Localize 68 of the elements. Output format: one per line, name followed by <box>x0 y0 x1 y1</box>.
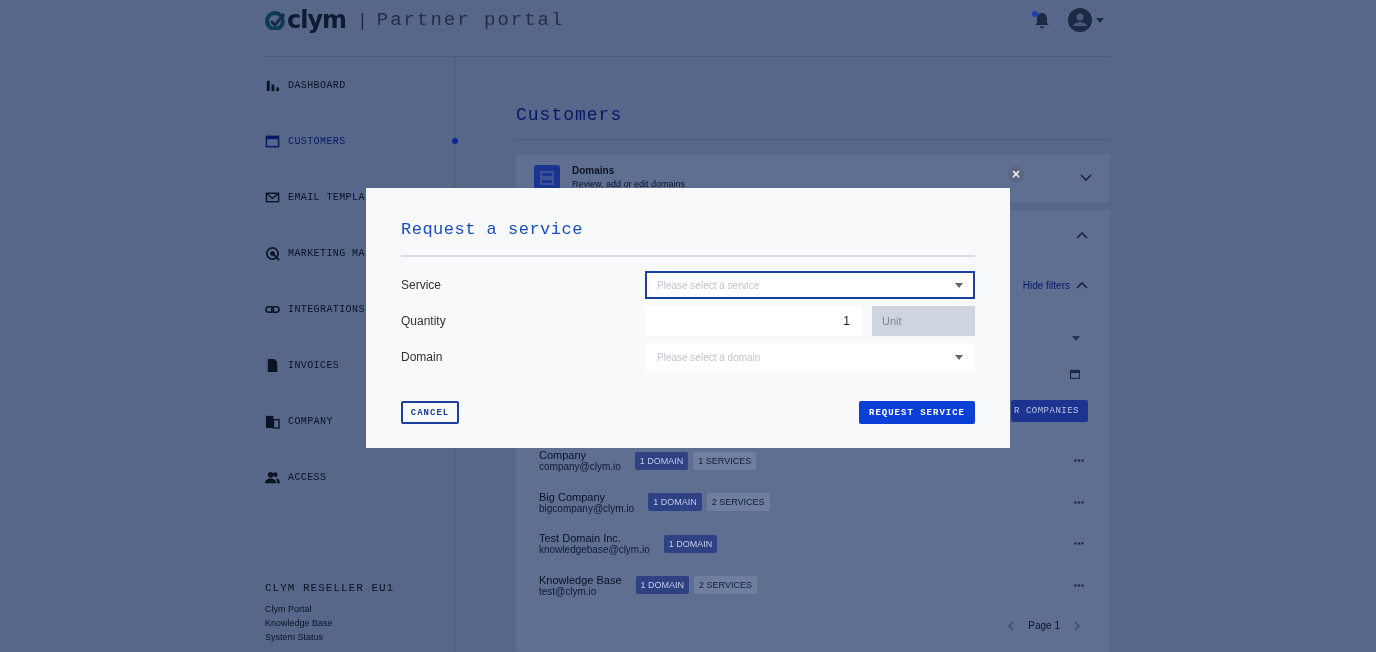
domain-count-tag: 1 DOMAIN <box>634 451 689 470</box>
caret-icon[interactable] <box>1096 17 1104 23</box>
domain-count-tag: 1 DOMAIN <box>663 534 718 553</box>
people-icon <box>265 469 280 485</box>
more-icon[interactable] <box>1074 542 1084 546</box>
footer-link[interactable]: Clym Portal <box>265 604 312 614</box>
building-icon <box>265 413 280 429</box>
logo-text: clym <box>287 6 347 34</box>
caret-icon[interactable] <box>955 282 963 288</box>
nav-item[interactable]: INTEGRATIONS <box>265 299 365 319</box>
separator: | <box>360 9 365 31</box>
chevron-up-icon[interactable] <box>1076 231 1088 239</box>
nav-item[interactable]: CUSTOMERS <box>265 131 346 151</box>
hide-filters-link[interactable]: Hide filters <box>1022 279 1070 291</box>
reseller-name: CLYM RESELLER EU1 <box>265 582 395 594</box>
customer-name: Company <box>539 449 587 462</box>
dialog-title: Request a service <box>401 188 975 257</box>
service-count-tag: 2 SERVICES <box>706 493 770 512</box>
window-icon <box>265 133 280 149</box>
customer-email: company@clym.io <box>539 461 621 473</box>
filter-button[interactable]: R COMPANIES <box>1011 400 1088 422</box>
chevron-down-icon[interactable] <box>1080 174 1092 182</box>
cancel-button[interactable]: CANCEL <box>401 401 459 424</box>
customer-email: test@clym.io <box>539 585 598 597</box>
nav-item[interactable]: DASHBOARD <box>265 75 346 95</box>
customer-email: knowledgebase@clym.io <box>539 544 650 556</box>
target-icon <box>265 245 280 261</box>
select-field[interactable]: Please select a service <box>645 271 975 299</box>
calendar-icon[interactable] <box>1070 369 1080 379</box>
field-label: Quantity <box>401 314 447 328</box>
chevron-left-icon[interactable] <box>1008 620 1015 631</box>
server-icon <box>540 171 554 185</box>
customer-name: Big Company <box>539 490 607 503</box>
nav-item[interactable]: MARKETING MA <box>265 243 365 263</box>
page-indicator: Page 1 <box>1028 620 1060 631</box>
unit-field: Unit <box>872 306 975 336</box>
nav-item[interactable]: COMPANY <box>265 411 333 431</box>
customer-name: Knowledge Base <box>539 573 622 586</box>
quantity-input[interactable]: 1 <box>645 306 862 336</box>
select-field[interactable]: Please select a domain <box>645 343 975 371</box>
customer-name: Test Domain Inc. <box>539 532 622 545</box>
footer-link[interactable]: Knowledge Base <box>265 618 333 628</box>
nav-item[interactable]: INVOICES <box>265 355 340 375</box>
more-icon[interactable] <box>1074 459 1084 463</box>
footer-link[interactable]: System Status <box>265 632 324 642</box>
card-title: Domains <box>572 165 615 176</box>
service-count-tag: 1 SERVICES <box>693 451 757 470</box>
chevron-up-icon[interactable] <box>1076 281 1088 289</box>
page-title: Customers <box>516 57 1110 140</box>
card-subtitle: Review, add or edit domains <box>572 179 686 189</box>
document-icon <box>265 357 280 373</box>
nav-item[interactable]: EMAIL TEMPLA <box>265 187 365 207</box>
more-icon[interactable] <box>1074 583 1084 587</box>
field-label: Service <box>401 278 442 292</box>
chevron-right-icon[interactable] <box>1074 620 1080 631</box>
more-icon[interactable] <box>1074 500 1084 504</box>
caret-icon[interactable] <box>1072 335 1080 341</box>
domain-count-tag: 1 DOMAIN <box>635 576 690 595</box>
customer-email: bigcompany@clym.io <box>539 502 635 514</box>
nav-item[interactable]: ACCESS <box>265 467 327 487</box>
portal-title: Partner portal <box>376 9 565 31</box>
domain-count-tag: 1 DOMAIN <box>648 493 702 512</box>
avatar-icon[interactable] <box>1068 8 1092 32</box>
service-count-tag: 2 SERVICES <box>694 576 757 595</box>
active-dot <box>452 138 458 144</box>
request-service-button[interactable]: REQUEST SERVICE <box>859 401 975 424</box>
caret-icon[interactable] <box>955 354 963 360</box>
field-label: Domain <box>401 350 444 364</box>
